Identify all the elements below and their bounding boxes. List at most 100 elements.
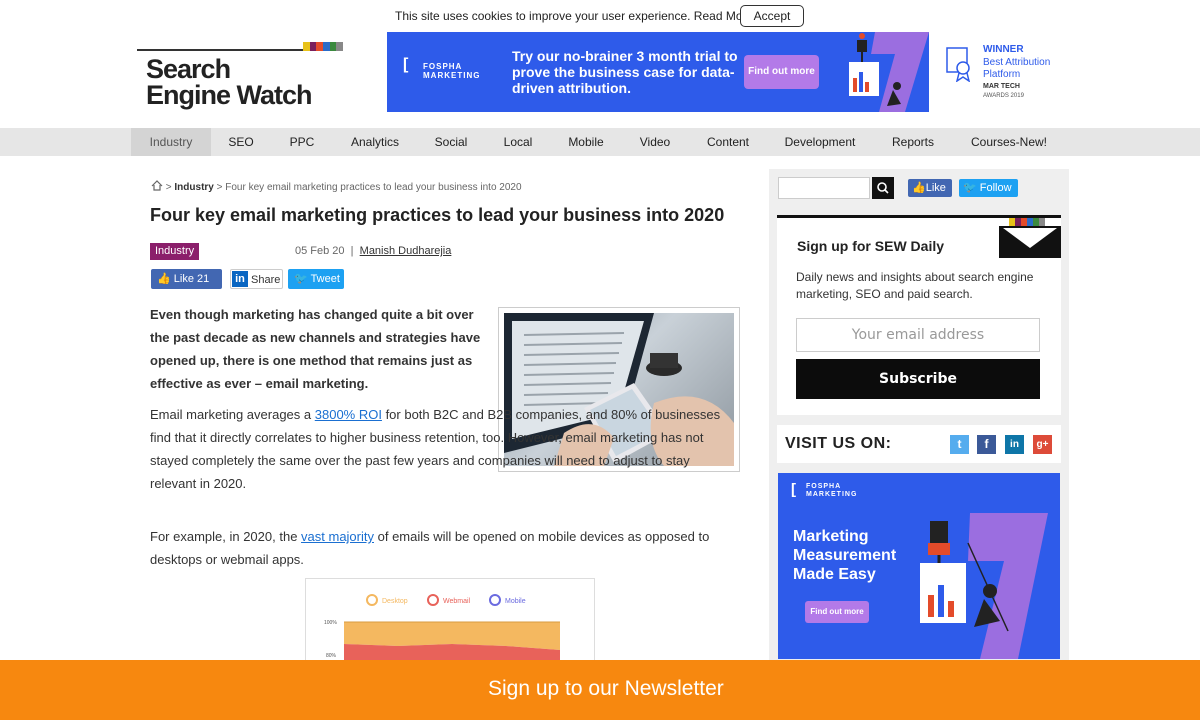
cookie-text: This site uses cookies to improve your u… bbox=[395, 9, 754, 23]
breadcrumb-industry[interactable]: Industry bbox=[174, 182, 213, 193]
legend-desktop-label: Desktop bbox=[382, 598, 408, 605]
legend-desktop-icon bbox=[366, 594, 378, 606]
award-badge: WINNER Best Attribution Platform MAR TEC… bbox=[945, 42, 1065, 106]
p1-text-before: Email marketing averages a bbox=[150, 407, 315, 422]
sidebar-follow-label: Follow bbox=[979, 182, 1012, 194]
p2-text-before: For example, in 2020, the bbox=[150, 529, 302, 544]
fospha-brand: FOSPHA MARKETING bbox=[806, 483, 858, 498]
legend-mobile-icon bbox=[489, 594, 501, 606]
sidebar-like-label: Like bbox=[925, 182, 946, 194]
main-nav: Industry SEO PPC Analytics Social Local … bbox=[0, 128, 1200, 156]
breadcrumb: > Industry > Four key email marketing pr… bbox=[151, 180, 522, 193]
newsletter-bar[interactable]: Sign up to our Newsletter bbox=[0, 660, 1200, 720]
banner-illustration bbox=[849, 32, 929, 112]
nav-item-mobile[interactable]: Mobile bbox=[559, 128, 613, 156]
sidebar-facebook-like[interactable]: 👍Like bbox=[908, 179, 952, 197]
sidebar-ad[interactable]: [ FOSPHA MARKETING Marketing Measurement… bbox=[778, 473, 1060, 659]
newsletter-bar-label: Sign up to our Newsletter bbox=[488, 677, 724, 700]
search-button[interactable] bbox=[872, 177, 894, 199]
meta-separator: | bbox=[350, 245, 354, 257]
nav-item-courses[interactable]: Courses-New! bbox=[964, 128, 1054, 156]
logo-rule bbox=[137, 49, 303, 51]
nav-item-ppc[interactable]: PPC bbox=[277, 128, 327, 156]
subscribe-button[interactable]: Subscribe bbox=[796, 359, 1040, 399]
vast-majority-link[interactable]: vast majority bbox=[301, 529, 374, 544]
award-subtitle: Best Attribution Platform bbox=[983, 57, 1051, 80]
signup-description: Daily news and insights about search eng… bbox=[796, 270, 1034, 301]
logo-stripe bbox=[309, 42, 317, 51]
y-tick-100: 100% bbox=[324, 620, 337, 626]
top-banner-ad[interactable]: [ FOSPHA MARKETING Try our no-brainer 3 … bbox=[387, 32, 929, 112]
search-icon bbox=[877, 182, 889, 194]
logo-stripe bbox=[329, 42, 337, 51]
thumbs-up-icon: 👍 bbox=[912, 182, 926, 194]
linkedin-icon: in bbox=[232, 271, 248, 287]
article-paragraph-1: Email marketing averages a 3800% ROI for… bbox=[150, 403, 725, 495]
article-date: 05 Feb 20 bbox=[295, 245, 345, 257]
y-tick-80: 80% bbox=[326, 653, 337, 659]
banner-headline: Try our no-brainer 3 month trial to prov… bbox=[512, 48, 738, 96]
fospha-logo-icon: [ bbox=[791, 481, 797, 498]
signup-title: Sign up for SEW Daily bbox=[797, 238, 945, 254]
legend-mobile-label: Mobile bbox=[505, 598, 526, 605]
award-title: WINNER bbox=[983, 44, 1024, 55]
logo-stripe bbox=[303, 42, 310, 51]
facebook-icon[interactable]: f bbox=[977, 435, 996, 454]
logo-wordmark: Search Engine Watch bbox=[146, 54, 313, 110]
article-author[interactable]: Manish Dudharejia bbox=[360, 245, 452, 257]
embedded-chart-image: Desktop Webmail Mobile 100% 80% bbox=[305, 578, 595, 669]
linkedin-share-button[interactable]: in Share bbox=[230, 269, 283, 289]
twitter-bird-icon: 🐦 bbox=[963, 182, 977, 194]
accept-cookies-button[interactable]: Accept bbox=[740, 5, 804, 27]
like-count-label: Like 21 bbox=[173, 273, 210, 285]
facebook-like-button[interactable]: 👍 Like 21 bbox=[151, 269, 222, 289]
award-org: MAR TECH bbox=[983, 83, 1020, 90]
nav-item-industry[interactable]: Industry bbox=[131, 128, 211, 156]
visit-us-box: VISIT US ON: t f in g+ bbox=[777, 425, 1061, 463]
nav-item-seo[interactable]: SEO bbox=[216, 128, 266, 156]
banner-cta-button[interactable]: Find out more bbox=[744, 55, 819, 89]
home-icon[interactable] bbox=[151, 180, 163, 191]
email-field[interactable] bbox=[796, 318, 1040, 352]
nav-item-development[interactable]: Development bbox=[776, 128, 864, 156]
sidebar-twitter-follow[interactable]: 🐦 Follow bbox=[959, 179, 1018, 197]
sidebar-ad-cta-button[interactable]: Find out more bbox=[805, 601, 869, 623]
nav-item-reports[interactable]: Reports bbox=[882, 128, 944, 156]
search-input[interactable] bbox=[778, 177, 870, 199]
nav-item-content[interactable]: Content bbox=[700, 128, 756, 156]
logo-stripes bbox=[303, 42, 344, 51]
twitter-bird-icon: 🐦 bbox=[294, 273, 308, 285]
nav-item-analytics[interactable]: Analytics bbox=[340, 128, 410, 156]
logo-line1: Search bbox=[146, 54, 231, 84]
logo-stripe bbox=[323, 42, 330, 51]
twitter-icon[interactable]: t bbox=[950, 435, 969, 454]
tweet-label: Tweet bbox=[310, 273, 340, 285]
sidebar-ad-illustration bbox=[920, 513, 1048, 659]
logo-line2: Engine Watch bbox=[146, 80, 313, 110]
article-title: Four key email marketing practices to le… bbox=[150, 205, 725, 225]
fospha-logo-icon: [ bbox=[403, 56, 410, 73]
article-paragraph-2: For example, in 2020, the vast majority … bbox=[150, 525, 730, 571]
nav-item-video[interactable]: Video bbox=[630, 128, 680, 156]
breadcrumb-current: Four key email marketing practices to le… bbox=[225, 182, 522, 193]
site-logo[interactable]: Search Engine Watch bbox=[137, 42, 345, 114]
article-lead: Even though marketing has changed quite … bbox=[150, 307, 481, 391]
breadcrumb-separator: > bbox=[165, 182, 172, 193]
cookie-bar: This site uses cookies to improve your u… bbox=[0, 0, 1200, 30]
nav-item-social[interactable]: Social bbox=[426, 128, 476, 156]
logo-stripe bbox=[336, 42, 344, 51]
visit-us-label: VISIT US ON: bbox=[785, 435, 892, 452]
googleplus-icon[interactable]: g+ bbox=[1033, 435, 1052, 454]
breadcrumb-separator: > bbox=[216, 182, 223, 193]
article-meta: 05 Feb 20 | Manish Dudharejia bbox=[295, 245, 451, 257]
nav-item-local[interactable]: Local bbox=[493, 128, 543, 156]
fospha-brand: FOSPHA MARKETING bbox=[423, 62, 481, 80]
newsletter-signup-box: Sign up for SEW Daily Daily news and ins… bbox=[777, 215, 1061, 415]
roi-link[interactable]: 3800% ROI bbox=[315, 407, 382, 422]
category-tag[interactable]: Industry bbox=[150, 243, 200, 260]
linkedin-icon[interactable]: in bbox=[1005, 435, 1024, 454]
logo-stripe bbox=[316, 42, 324, 51]
tweet-button[interactable]: 🐦 Tweet bbox=[288, 269, 344, 289]
award-year: AWARDS 2019 bbox=[983, 93, 1024, 99]
award-ribbon-icon bbox=[946, 47, 971, 82]
